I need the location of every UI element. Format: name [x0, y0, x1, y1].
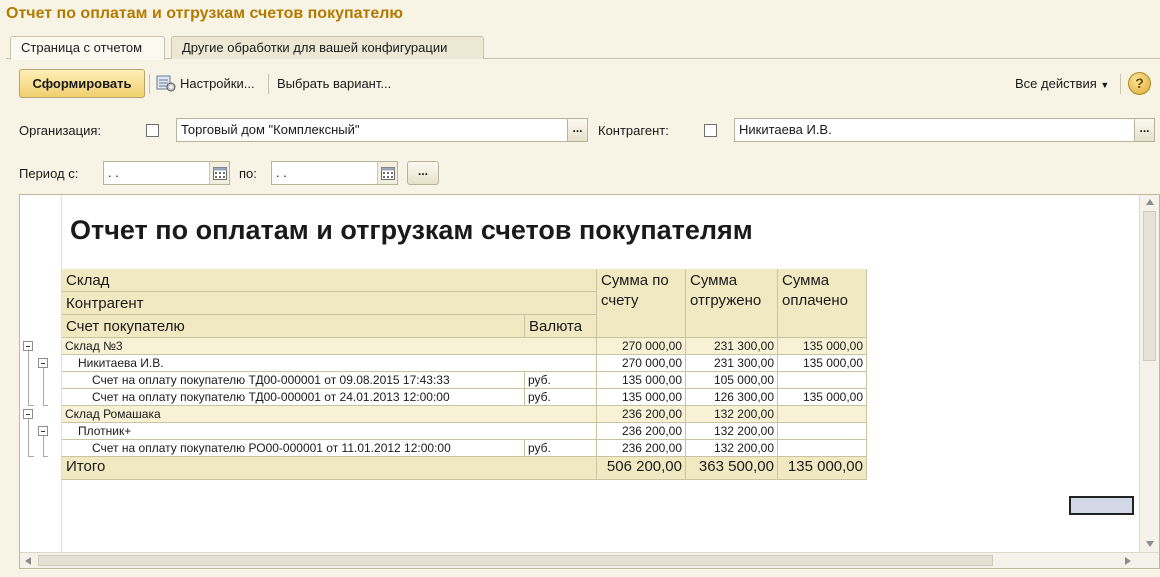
total-label: Итого — [62, 457, 597, 480]
period-to-calendar-button[interactable] — [377, 162, 397, 184]
cell-shipped: 132 200,00 — [686, 423, 778, 440]
cell-shipped: 126 300,00 — [686, 389, 778, 406]
table-row-warehouse: Склад Ромашака — [62, 406, 597, 423]
tree-line — [28, 456, 34, 457]
cell-paid: 135 000,00 — [778, 355, 867, 372]
header-warehouse: Склад — [62, 269, 597, 292]
cell-shipped: 132 200,00 — [686, 406, 778, 423]
tree-gutter — [20, 195, 62, 552]
period-from-calendar-button[interactable] — [209, 162, 229, 184]
tab-other-processing[interactable]: Другие обработки для вашей конфигурации — [171, 36, 484, 59]
tree-line — [43, 405, 48, 406]
scroll-left-icon[interactable] — [25, 557, 31, 565]
header-counterparty: Контрагент — [62, 292, 597, 315]
period-from-value: . . — [108, 165, 119, 180]
counterparty-label: Контрагент: — [598, 123, 669, 138]
toolbar-separator — [268, 74, 269, 94]
table-row-invoice[interactable]: Счет на оплату покупателю ТД00-000001 от… — [62, 372, 525, 389]
collapse-group-icon[interactable] — [23, 341, 33, 351]
cell-shipped: 231 300,00 — [686, 338, 778, 355]
cell-sum: 135 000,00 — [597, 389, 686, 406]
cell-paid: 135 000,00 — [778, 389, 867, 406]
generate-button[interactable]: Сформировать — [19, 69, 145, 98]
window-title: Отчет по оплатам и отгрузкам счетов поку… — [6, 5, 404, 22]
table-row-counterparty: Никитаева И.В. — [62, 355, 597, 372]
cell-paid: 135 000,00 — [778, 338, 867, 355]
organization-checkbox[interactable] — [146, 124, 159, 137]
header-currency: Валюта — [525, 315, 597, 338]
tree-line — [28, 405, 34, 406]
table-row-invoice[interactable]: Счет на оплату покупателю РО00-000001 от… — [62, 440, 525, 457]
cell-sum: 135 000,00 — [597, 372, 686, 389]
period-to-label: по: — [239, 166, 257, 181]
cell-shipped: 132 200,00 — [686, 440, 778, 457]
vertical-scroll-thumb[interactable] — [1143, 211, 1156, 361]
period-from-label: Период с: — [19, 166, 79, 181]
report-title: Отчет по оплатам и отгрузкам счетов поку… — [70, 215, 753, 245]
period-select-button[interactable]: ... — [407, 161, 439, 185]
period-to-field[interactable]: . . — [271, 161, 398, 185]
all-actions-menu[interactable]: Все действия ▼ — [1015, 75, 1109, 94]
calendar-icon — [381, 167, 395, 180]
choose-variant-button[interactable]: Выбрать вариант... — [277, 75, 391, 92]
cell-sum: 270 000,00 — [597, 355, 686, 372]
vertical-scrollbar[interactable] — [1139, 195, 1159, 552]
cell-sum: 236 200,00 — [597, 423, 686, 440]
organization-select-button[interactable]: ... — [568, 118, 588, 142]
table-row-counterparty: Плотник+ — [62, 423, 597, 440]
total-shipped: 363 500,00 — [686, 457, 778, 480]
cell-paid — [778, 440, 867, 457]
total-sum: 506 200,00 — [597, 457, 686, 480]
toolbar-separator — [149, 74, 150, 94]
counterparty-field[interactable]: Никитаева И.В. — [734, 118, 1135, 142]
tree-line — [43, 456, 48, 457]
scroll-down-icon[interactable] — [1146, 541, 1154, 547]
tree-line — [43, 436, 44, 456]
cell-sum: 236 200,00 — [597, 406, 686, 423]
header-sum-invoice: Сумма по счету — [597, 269, 686, 338]
scroll-right-icon[interactable] — [1125, 557, 1131, 565]
header-invoice: Счет покупателю — [62, 315, 525, 338]
cell-currency: руб. — [525, 372, 597, 389]
all-actions-label: Все действия — [1015, 76, 1097, 91]
cell-paid — [778, 406, 867, 423]
scroll-up-icon[interactable] — [1146, 199, 1154, 205]
counterparty-select-button[interactable]: ... — [1135, 118, 1155, 142]
cell-shipped: 105 000,00 — [686, 372, 778, 389]
counterparty-checkbox[interactable] — [704, 124, 717, 137]
cell-sum: 236 200,00 — [597, 440, 686, 457]
help-icon[interactable]: ? — [1128, 72, 1151, 95]
period-from-field[interactable]: . . — [103, 161, 230, 185]
settings-icon[interactable] — [156, 74, 176, 92]
organization-field[interactable]: Торговый дом "Комплексный" — [176, 118, 568, 142]
dropdown-arrow-icon: ▼ — [1100, 80, 1110, 90]
tree-line — [28, 419, 29, 457]
cell-currency: руб. — [525, 440, 597, 457]
tab-report-page[interactable]: Страница с отчетом — [10, 36, 165, 60]
horizontal-scroll-thumb[interactable] — [38, 555, 993, 566]
collapse-group-icon[interactable] — [38, 358, 48, 368]
header-sum-paid: Сумма оплачено — [778, 269, 867, 338]
cell-currency: руб. — [525, 389, 597, 406]
calendar-icon — [213, 167, 227, 180]
selected-cell[interactable] — [1069, 496, 1134, 515]
cell-sum: 270 000,00 — [597, 338, 686, 355]
organization-label: Организация: — [19, 123, 102, 138]
collapse-group-icon[interactable] — [23, 409, 33, 419]
cell-shipped: 231 300,00 — [686, 355, 778, 372]
tree-line — [28, 351, 29, 405]
period-to-value: . . — [276, 165, 287, 180]
table-row-invoice[interactable]: Счет на оплату покупателю ТД00-000001 от… — [62, 389, 525, 406]
cell-paid — [778, 372, 867, 389]
toolbar-separator — [1120, 74, 1121, 94]
report-document[interactable]: Отчет по оплатам и отгрузкам счетов поку… — [19, 194, 1160, 569]
settings-button[interactable]: Настройки... — [180, 75, 255, 92]
table-row-warehouse: Склад №3 — [62, 338, 597, 355]
tree-line — [43, 368, 44, 405]
collapse-group-icon[interactable] — [38, 426, 48, 436]
cell-paid — [778, 423, 867, 440]
horizontal-scrollbar[interactable] — [20, 552, 1159, 568]
header-sum-shipped: Сумма отгружено — [686, 269, 778, 338]
total-paid: 135 000,00 — [778, 457, 867, 480]
